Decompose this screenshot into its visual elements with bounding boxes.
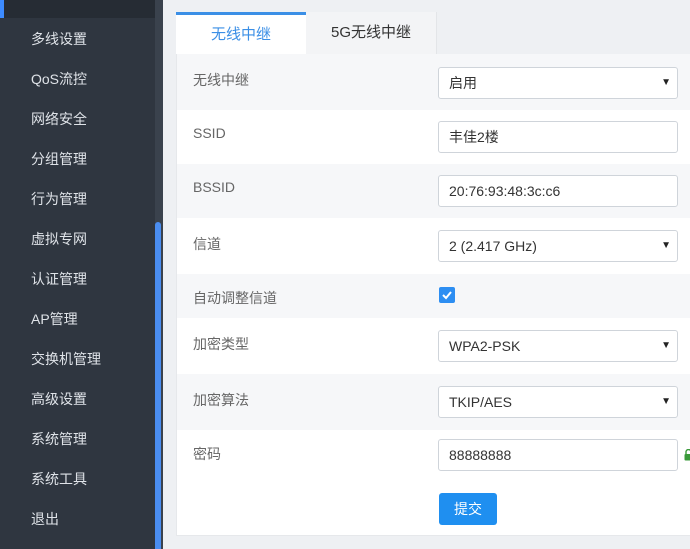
form-row-encryption-algo: 加密算法 TKIP/AES ▼ [177, 374, 690, 430]
password-input[interactable]: 88888888 [438, 439, 678, 471]
form-row-ssid: SSID 丰佳2楼 [177, 110, 690, 164]
form-row-relay: 无线中继 启用 ▼ [177, 54, 690, 110]
dropdown-caret-icon: ▼ [661, 340, 671, 351]
sidebar-item-switch[interactable]: 交换机管理 [0, 339, 155, 379]
sidebar-item-qos[interactable]: QoS流控 [0, 59, 155, 99]
sidebar-item-vpn[interactable]: 虚拟专网 [0, 219, 155, 259]
submit-button[interactable]: 提交 [439, 493, 497, 525]
form-row-encryption-type: 加密类型 WPA2-PSK ▼ [177, 318, 690, 374]
checkmark-icon [442, 291, 452, 300]
relay-label: 无线中继 [193, 72, 249, 88]
channel-value: 2 (2.417 GHz) [449, 238, 537, 254]
relay-select[interactable]: 启用 ▼ [438, 67, 678, 99]
form-row-bssid: BSSID 20:76:93:48:3c:c6 [177, 164, 690, 218]
unlock-icon[interactable] [684, 449, 690, 461]
bssid-input[interactable]: 20:76:93:48:3c:c6 [438, 175, 678, 207]
bssid-value: 20:76:93:48:3c:c6 [449, 183, 561, 199]
sidebar: 多线设置 QoS流控 网络安全 分组管理 行为管理 虚拟专网 认证管理 AP管理… [0, 0, 163, 549]
encryption-type-select[interactable]: WPA2-PSK ▼ [438, 330, 678, 362]
encryption-algo-value: TKIP/AES [449, 394, 513, 410]
encryption-algo-label: 加密算法 [193, 392, 249, 408]
sidebar-item-behavior[interactable]: 行为管理 [0, 179, 155, 219]
password-value: 88888888 [449, 447, 512, 463]
form-row-auto-channel: 自动调整信道 [177, 274, 690, 318]
active-indicator [0, 0, 4, 18]
tab-5g-wireless-relay[interactable]: 5G无线中继 [306, 12, 437, 54]
bssid-label: BSSID [193, 179, 236, 195]
sidebar-active-item[interactable] [0, 0, 155, 18]
sidebar-item-auth[interactable]: 认证管理 [0, 259, 155, 299]
sidebar-scrollbar-thumb[interactable] [155, 222, 161, 549]
dropdown-caret-icon: ▼ [661, 396, 671, 407]
auto-channel-label: 自动调整信道 [193, 290, 277, 306]
form-row-channel: 信道 2 (2.417 GHz) ▼ [177, 218, 690, 274]
relay-value: 启用 [449, 75, 477, 91]
password-label: 密码 [193, 446, 221, 462]
tab-wireless-relay[interactable]: 无线中继 [176, 12, 306, 54]
encryption-type-label: 加密类型 [193, 336, 249, 352]
encryption-type-value: WPA2-PSK [449, 338, 521, 354]
sidebar-item-ap[interactable]: AP管理 [0, 299, 155, 339]
ssid-value: 丰佳2楼 [449, 129, 499, 145]
sidebar-item-security[interactable]: 网络安全 [0, 99, 155, 139]
encryption-algo-select[interactable]: TKIP/AES ▼ [438, 386, 678, 418]
sidebar-item-groups[interactable]: 分组管理 [0, 139, 155, 179]
ssid-label: SSID [193, 125, 226, 141]
channel-label: 信道 [193, 236, 221, 252]
ssid-input[interactable]: 丰佳2楼 [438, 121, 678, 153]
form-row-password: 密码 88888888 [177, 430, 690, 484]
settings-panel: 无线中继 启用 ▼ SSID 丰佳2楼 BSSID 20:76:93:48:3c… [176, 54, 690, 536]
sidebar-item-advanced[interactable]: 高级设置 [0, 379, 155, 419]
sidebar-item-multiline[interactable]: 多线设置 [0, 19, 155, 59]
sidebar-item-tools[interactable]: 系统工具 [0, 459, 155, 499]
auto-channel-checkbox[interactable] [439, 287, 455, 303]
dropdown-caret-icon: ▼ [661, 240, 671, 251]
channel-select[interactable]: 2 (2.417 GHz) ▼ [438, 230, 678, 262]
dropdown-caret-icon: ▼ [661, 77, 671, 88]
sidebar-item-system[interactable]: 系统管理 [0, 419, 155, 459]
sidebar-item-logout[interactable]: 退出 [0, 499, 155, 539]
